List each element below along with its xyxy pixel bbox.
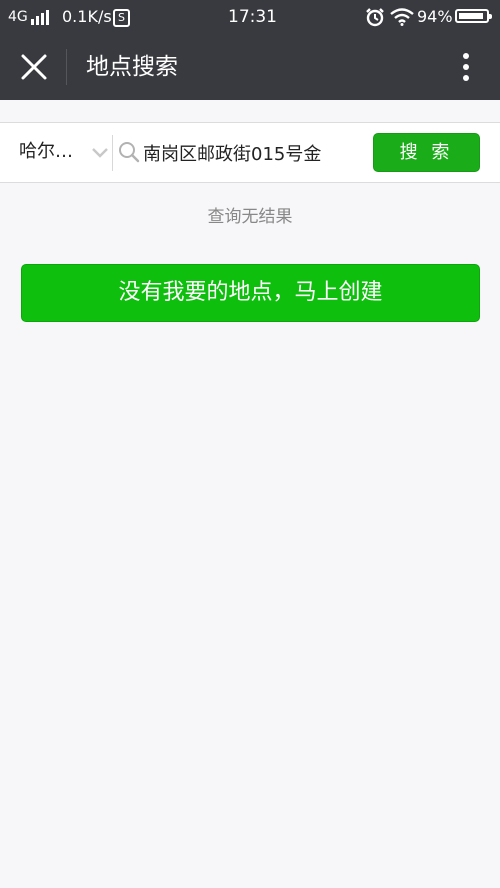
page-title: 地点搜索 [86,54,178,80]
search-button[interactable]: 搜 索 [373,133,480,172]
chevron-down-icon [90,145,110,159]
network-type: 4G [8,9,28,25]
search-input[interactable] [143,135,365,171]
s-icon: S [113,9,130,27]
battery-fill [459,13,483,19]
alarm-icon [365,7,385,27]
header-divider [66,49,67,85]
app-header: 地点搜索 [0,34,500,100]
battery-percent: 94% [417,7,453,26]
city-select[interactable]: 哈尔… [0,123,112,182]
create-location-button[interactable]: 没有我要的地点，马上创建 [21,264,480,322]
wifi-icon [390,8,414,26]
battery-icon [455,9,492,23]
search-icon [117,140,141,164]
select-divider [112,135,113,171]
signal-icon [31,9,51,25]
city-select-label: 哈尔… [19,141,73,162]
close-icon[interactable] [18,51,50,83]
network-speed: 0.1K/s [62,7,112,26]
search-bar: 哈尔… 搜 索 [0,122,500,183]
status-bar: 4G 0.1K/s S 17:31 94% [0,0,500,34]
empty-result-message: 查询无结果 [207,207,293,227]
clock: 17:31 [228,7,277,27]
more-vertical-icon[interactable] [454,51,478,83]
